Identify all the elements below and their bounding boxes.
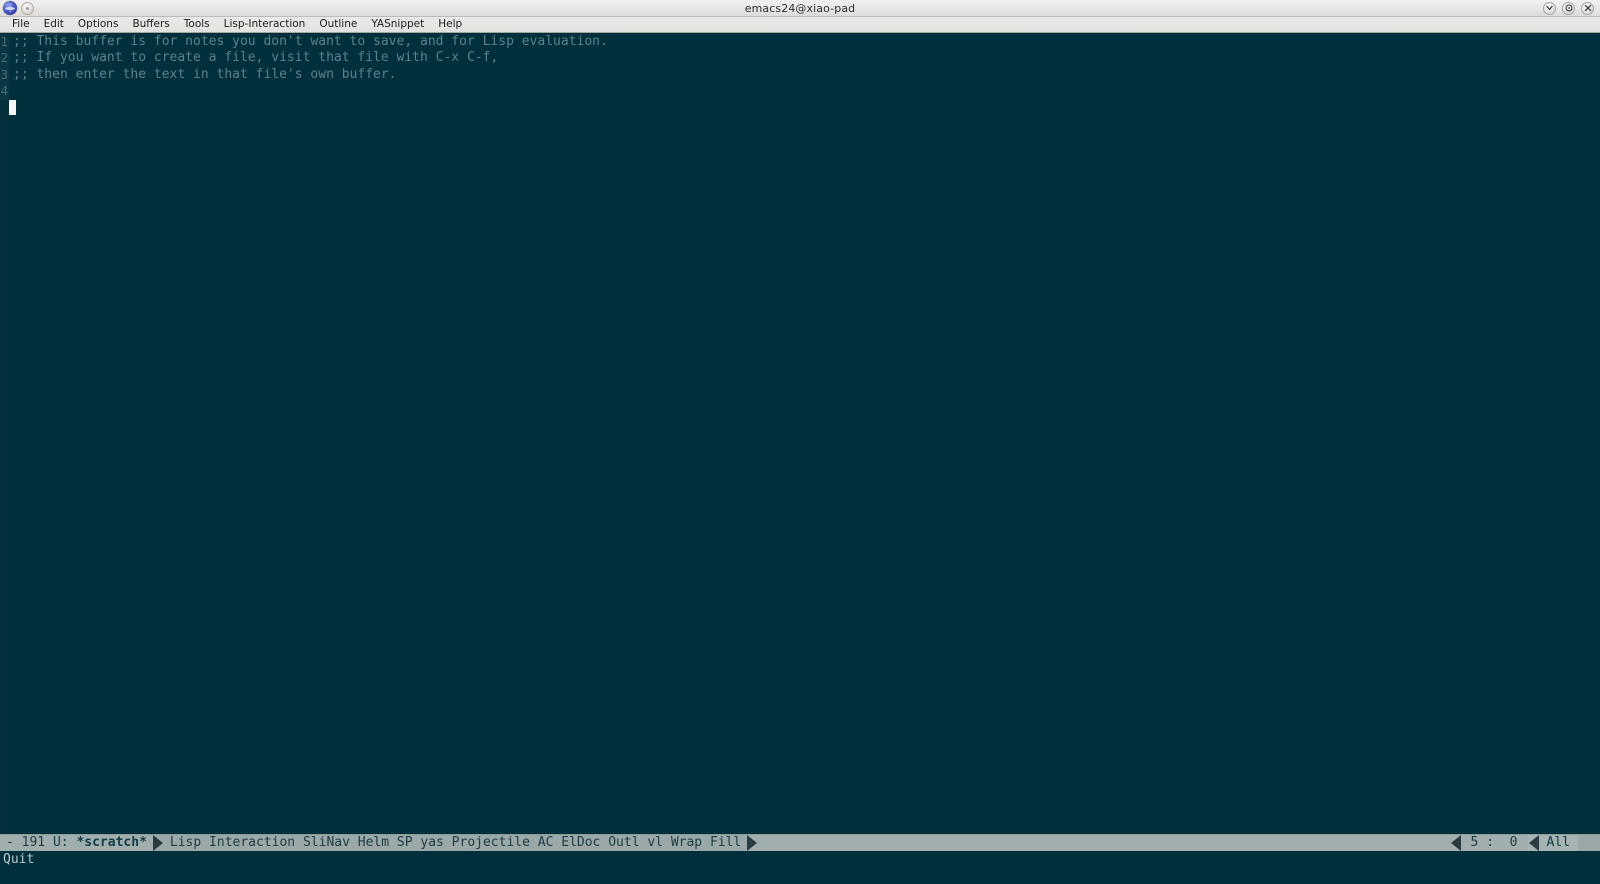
line-number: 4 (0, 83, 9, 100)
buffer-line: 1 ;; This buffer is for notes you don't … (0, 34, 1600, 51)
mode-line-minor-modes: SliNav Helm SP yas Projectile AC ElDoc O… (302, 835, 742, 850)
menu-bar: File Edit Options Buffers Tools Lisp-Int… (0, 17, 1600, 33)
menu-item-help[interactable]: Help (431, 17, 469, 32)
window-titlebar: emacs24@xiao-pad (0, 0, 1600, 17)
line-number: 2 (0, 50, 9, 67)
menu-item-options[interactable]: Options (71, 17, 126, 32)
menu-item-lisp-interaction[interactable]: Lisp-Interaction (217, 17, 313, 32)
window-title: emacs24@xiao-pad (744, 1, 856, 15)
left-fringe (0, 33, 9, 834)
text-cursor-row (9, 100, 16, 116)
mode-line-position[interactable]: 5 : 0 (1460, 835, 1528, 851)
line-text: ;; If you want to create a file, visit t… (13, 50, 499, 66)
window-controls (1543, 1, 1600, 15)
mode-line-modes-gap (295, 835, 303, 851)
buffer-line: 3 ;; then enter the text in that file's … (0, 66, 1600, 84)
powerline-arrow-left-icon (1449, 835, 1461, 851)
mode-line-tail (1578, 835, 1600, 851)
buffer-line: 4 (0, 83, 1600, 100)
close-x-icon (1584, 4, 1592, 12)
menu-item-outline[interactable]: Outline (312, 17, 364, 32)
mode-line-buffer-name: *scratch* (76, 835, 147, 850)
titlebar-left-controls (0, 1, 34, 15)
powerline-arrow-right-icon-2 (747, 835, 759, 851)
text-cursor (9, 100, 16, 116)
mode-line-scroll-percentage[interactable]: All (1538, 835, 1578, 851)
window-menu-dot-icon[interactable] (21, 1, 34, 15)
menu-item-buffers[interactable]: Buffers (125, 17, 176, 32)
line-text (9, 83, 13, 99)
buffer-line: 2 ;; If you want to create a file, visit… (0, 50, 1600, 67)
menu-item-yasnippet[interactable]: YASnippet (364, 17, 431, 32)
menu-item-edit[interactable]: Edit (37, 17, 71, 32)
mode-line[interactable]: - 191 U: *scratch* Lisp Interaction SliN… (0, 834, 1600, 851)
circle-dot-icon (1565, 4, 1573, 12)
echo-area-minibuffer[interactable]: Quit (0, 851, 1600, 883)
close-button[interactable] (1581, 1, 1594, 15)
buffer-lines: 1 ;; This buffer is for notes you don't … (0, 33, 1600, 100)
mode-line-filler (758, 835, 1450, 851)
chevron-down-icon (1546, 5, 1553, 11)
line-number: 3 (0, 66, 9, 84)
line-number: 1 (0, 34, 9, 51)
line-text: ;; then enter the text in that file's ow… (13, 66, 397, 82)
line-text: ;; This buffer is for notes you don't wa… (13, 34, 608, 49)
mode-line-status: - 191 U: (6, 835, 77, 850)
mode-line-major-mode: Lisp Interaction (169, 835, 296, 850)
emacs-frame: 1 ;; This buffer is for notes you don't … (0, 33, 1600, 851)
powerline-arrow-left-icon-2 (1527, 835, 1539, 851)
menu-item-file[interactable]: File (5, 17, 37, 32)
menu-item-tools[interactable]: Tools (177, 17, 217, 32)
scratch-buffer-text-area[interactable]: 1 ;; This buffer is for notes you don't … (0, 33, 1600, 834)
mode-line-buffer-segment[interactable]: - 191 U: *scratch* (0, 835, 153, 851)
mode-line-modes-segment[interactable]: Lisp Interaction SliNav Helm SP yas Proj… (163, 835, 748, 851)
maximize-button[interactable] (1562, 1, 1575, 15)
emacs-globe-icon (3, 1, 17, 15)
minimize-button[interactable] (1543, 1, 1556, 15)
powerline-arrow-right-icon (152, 835, 164, 851)
